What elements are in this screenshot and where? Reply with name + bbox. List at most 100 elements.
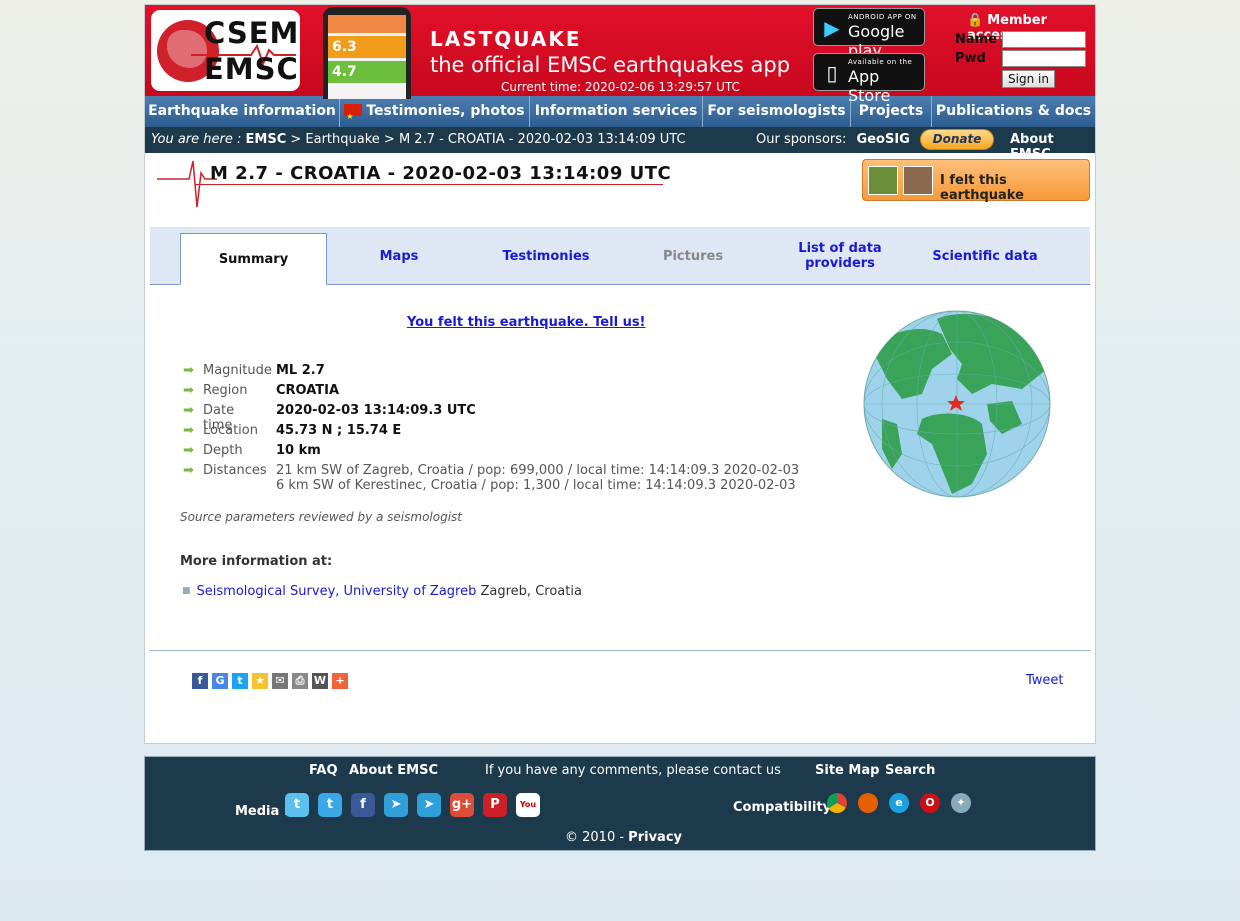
internet-explorer-icon: e: [889, 793, 909, 813]
telegram-icon[interactable]: ➤: [384, 793, 408, 817]
telegram-icon[interactable]: ➤: [417, 793, 441, 817]
pinterest-icon[interactable]: P: [483, 793, 507, 817]
chrome-icon: [827, 793, 847, 813]
nav-testimonies-photos[interactable]: Testimonies, photos: [340, 96, 530, 132]
tab-summary[interactable]: Summary: [180, 233, 327, 285]
app-subtitle[interactable]: the official EMSC earthquakes app: [430, 53, 790, 77]
tab-bar: Summary Maps Testimonies Pictures List o…: [150, 227, 1090, 285]
name-input[interactable]: [1002, 31, 1086, 48]
distance-2: 6 km SW of Kerestinec, Croatia / pop: 1,…: [276, 478, 796, 493]
main-nav: Earthquake information Testimonies, phot…: [145, 96, 1095, 132]
print-icon[interactable]: ⎙: [292, 673, 308, 689]
twitter-icon[interactable]: t: [318, 793, 342, 817]
arrow-icon: ➡: [183, 443, 194, 458]
logo-csem-text: CSEM: [204, 16, 300, 50]
browser-icons: e O ✦: [827, 793, 971, 813]
tab-maps[interactable]: Maps: [332, 227, 466, 285]
title-underline: [195, 184, 663, 185]
sponsors: Our sponsors: GeoSIG: [756, 132, 910, 147]
opera-icon: O: [920, 793, 940, 813]
nav-publications-docs[interactable]: Publications & docs: [932, 96, 1095, 127]
more-icon[interactable]: +: [332, 673, 348, 689]
arrow-icon: ➡: [183, 403, 194, 418]
tab-scientific-data[interactable]: Scientific data: [920, 227, 1050, 285]
page-title: M 2.7 - CROATIA - 2020-02-03 13:14:09 UT…: [210, 163, 672, 184]
title-area: M 2.7 - CROATIA - 2020-02-03 13:14:09 UT…: [145, 153, 1095, 227]
youtube-icon[interactable]: You: [516, 793, 540, 817]
arrow-icon: ➡: [183, 383, 194, 398]
app-title[interactable]: LASTQUAKE: [430, 27, 582, 51]
breadcrumb-emsc-link[interactable]: EMSC: [246, 132, 287, 147]
emsc-logo[interactable]: CSEM EMSC: [151, 10, 300, 91]
current-time: Current time: 2020-02-06 13:29:57 UTC: [501, 80, 740, 94]
search-link[interactable]: Search: [885, 763, 935, 778]
google-play-button[interactable]: ▶ ANDROID APP ON Google play: [813, 8, 925, 60]
copyright: © 2010 - Privacy: [565, 830, 682, 845]
nav-for-seismologists[interactable]: For seismologists: [703, 96, 851, 127]
safari-icon: ✦: [951, 793, 971, 813]
arrow-icon: ➡: [183, 463, 194, 478]
review-note: Source parameters reviewed by a seismolo…: [180, 510, 463, 524]
phone-quake-row: 6.3: [328, 36, 406, 58]
faq-link[interactable]: FAQ: [309, 763, 338, 778]
breadcrumb-path[interactable]: > Earthquake > M 2.7 - CROATIA - 2020-02…: [286, 132, 685, 147]
tell-us-link[interactable]: You felt this earthquake. Tell us!: [407, 315, 646, 330]
twitter-bird-icon[interactable]: t: [285, 793, 309, 817]
damage-thumbnail-icon: [903, 166, 933, 195]
map-thumbnail-icon: [868, 166, 898, 195]
sign-in-button[interactable]: Sign in: [1002, 70, 1055, 88]
seismological-survey-link[interactable]: Seismological Survey, University of Zagr…: [197, 584, 477, 599]
tab-testimonies[interactable]: Testimonies: [476, 227, 616, 285]
play-store-icon: ▶: [824, 16, 840, 40]
password-input[interactable]: [1002, 50, 1086, 67]
tab-list-of-data-providers[interactable]: List of data providers: [775, 227, 905, 285]
china-flag-icon: [344, 101, 363, 132]
compatibility-label: Compatibility :: [733, 800, 841, 815]
phone-app-image[interactable]: 6.3 4.7: [323, 7, 411, 99]
site-map-link[interactable]: Site Map: [815, 763, 879, 778]
epicenter-globe-map[interactable]: [862, 309, 1052, 499]
more-information-item: ■ Seismological Survey, University of Zag…: [182, 584, 582, 599]
apple-icon: ▯: [826, 61, 838, 85]
tab-pictures: Pictures: [662, 248, 724, 264]
facebook-icon[interactable]: f: [351, 793, 375, 817]
banner: CSEM EMSC 6.3 4.7 LASTQUAKE the official…: [145, 5, 1095, 105]
distance-1: 21 km SW of Zagreb, Croatia / pop: 699,0…: [276, 463, 800, 478]
arrow-icon: ➡: [183, 423, 194, 438]
wordpress-icon[interactable]: W: [312, 673, 328, 689]
email-icon[interactable]: ✉: [272, 673, 288, 689]
firefox-icon: [858, 793, 878, 813]
more-information-header: More information at:: [180, 554, 333, 569]
section-divider: [150, 650, 1090, 651]
twitter-icon[interactable]: t: [232, 673, 248, 689]
pwd-label: Pwd: [955, 51, 986, 66]
app-store-button[interactable]: ▯ Available on the App Store: [813, 53, 925, 105]
share-bar: f G t ★ ✉ ⎙ W + Tweet: [145, 653, 1095, 743]
media-icons: t t f ➤ ➤ g+ P You: [285, 793, 540, 817]
lock-icon: 🔒: [967, 13, 984, 28]
contact-text[interactable]: If you have any comments, please contact…: [485, 763, 781, 778]
google-icon[interactable]: G: [212, 673, 228, 689]
sponsor-geosig-link[interactable]: GeoSIG: [857, 132, 910, 147]
favorite-icon[interactable]: ★: [252, 673, 268, 689]
media-label: Media :: [235, 804, 290, 819]
tweet-link[interactable]: Tweet: [1026, 673, 1064, 688]
phone-quake-row: 4.7: [328, 61, 406, 83]
page-container: CSEM EMSC 6.3 4.7 LASTQUAKE the official…: [144, 4, 1096, 744]
nav-information-services[interactable]: Information services: [530, 96, 703, 127]
google-plus-icon[interactable]: g+: [450, 793, 474, 817]
i-felt-this-earthquake-button[interactable]: I felt this earthquake: [862, 159, 1090, 203]
name-label: Name: [955, 32, 998, 47]
privacy-link[interactable]: Privacy: [628, 830, 682, 845]
facebook-icon[interactable]: f: [192, 673, 208, 689]
breadcrumb-bar: You are here : EMSC > Earthquake > M 2.7…: [145, 127, 1095, 162]
breadcrumb: You are here : EMSC > Earthquake > M 2.7…: [151, 132, 686, 147]
nav-earthquake-information[interactable]: Earthquake information: [145, 96, 340, 127]
arrow-icon: ➡: [183, 363, 194, 378]
donate-button[interactable]: Donate: [920, 129, 994, 150]
logo-emsc-text: EMSC: [204, 52, 299, 86]
summary-content: You felt this earthquake. Tell us! ➡ Mag…: [145, 285, 1095, 653]
bullet-icon: ■: [182, 586, 191, 596]
share-icons: f G t ★ ✉ ⎙ W +: [192, 673, 348, 689]
footer-about-emsc-link[interactable]: About EMSC: [349, 763, 438, 778]
